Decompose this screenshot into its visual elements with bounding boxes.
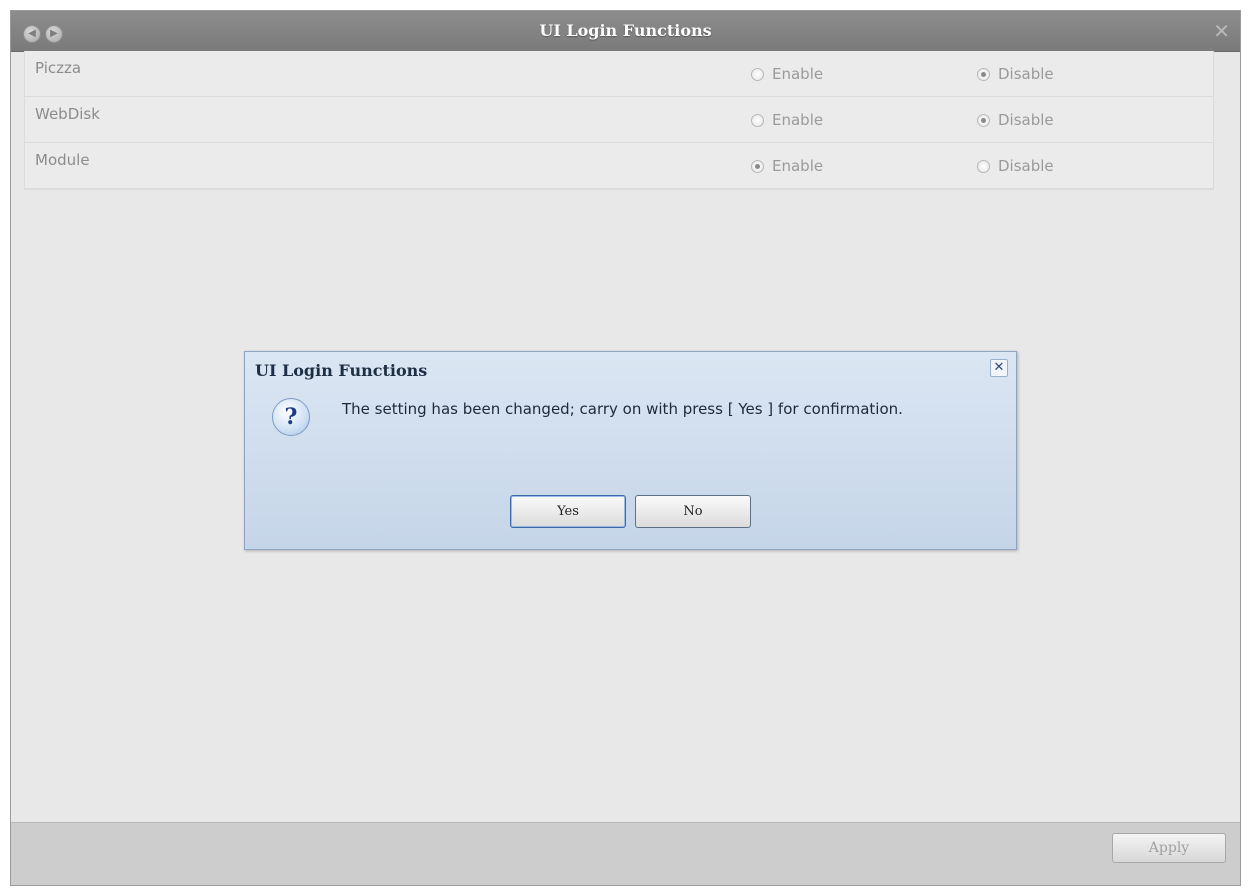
disable-option[interactable]: Disable — [977, 65, 1054, 83]
window-title: UI Login Functions — [539, 21, 712, 40]
dialog-message: The setting has been changed; carry on w… — [342, 400, 903, 418]
enable-label: Enable — [772, 111, 824, 129]
setting-row-webdisk: WebDisk Enable Disable — [25, 97, 1213, 143]
disable-label: Disable — [998, 65, 1054, 83]
disable-option[interactable]: Disable — [977, 111, 1054, 129]
no-button[interactable]: No — [635, 495, 751, 528]
setting-label: Piczza — [35, 59, 82, 77]
enable-option[interactable]: Enable — [751, 65, 823, 83]
setting-row-piczza: Piczza Enable Disable — [25, 51, 1213, 97]
question-icon: ? — [272, 398, 310, 436]
dialog-title: UI Login Functions — [255, 361, 428, 380]
enable-option[interactable]: Enable — [751, 157, 823, 175]
disable-radio[interactable] — [977, 67, 990, 81]
settings-list: Piczza Enable Disable WebDisk Enable Dis… — [24, 51, 1214, 190]
disable-option[interactable]: Disable — [977, 157, 1054, 175]
enable-label: Enable — [772, 65, 824, 83]
setting-label: WebDisk — [35, 105, 100, 123]
enable-option[interactable]: Enable — [751, 111, 823, 129]
close-icon[interactable]: ✕ — [1213, 21, 1230, 41]
setting-row-module: Module Enable Disable — [25, 143, 1213, 189]
setting-label: Module — [35, 151, 90, 169]
disable-label: Disable — [998, 157, 1054, 175]
enable-radio[interactable] — [751, 159, 764, 173]
enable-label: Enable — [772, 157, 824, 175]
disable-label: Disable — [998, 111, 1054, 129]
disable-radio[interactable] — [977, 113, 990, 127]
yes-button[interactable]: Yes — [510, 495, 626, 528]
disable-radio[interactable] — [977, 159, 990, 173]
title-bar: ◀ ▶ UI Login Functions ✕ — [11, 11, 1240, 52]
footer-bar: Apply — [11, 822, 1240, 885]
enable-radio[interactable] — [751, 113, 764, 127]
apply-button[interactable]: Apply — [1112, 833, 1226, 863]
enable-radio[interactable] — [751, 67, 764, 81]
dialog-close-icon[interactable]: ✕ — [990, 359, 1008, 377]
confirm-dialog: UI Login Functions ✕ ? The setting has b… — [244, 351, 1017, 550]
